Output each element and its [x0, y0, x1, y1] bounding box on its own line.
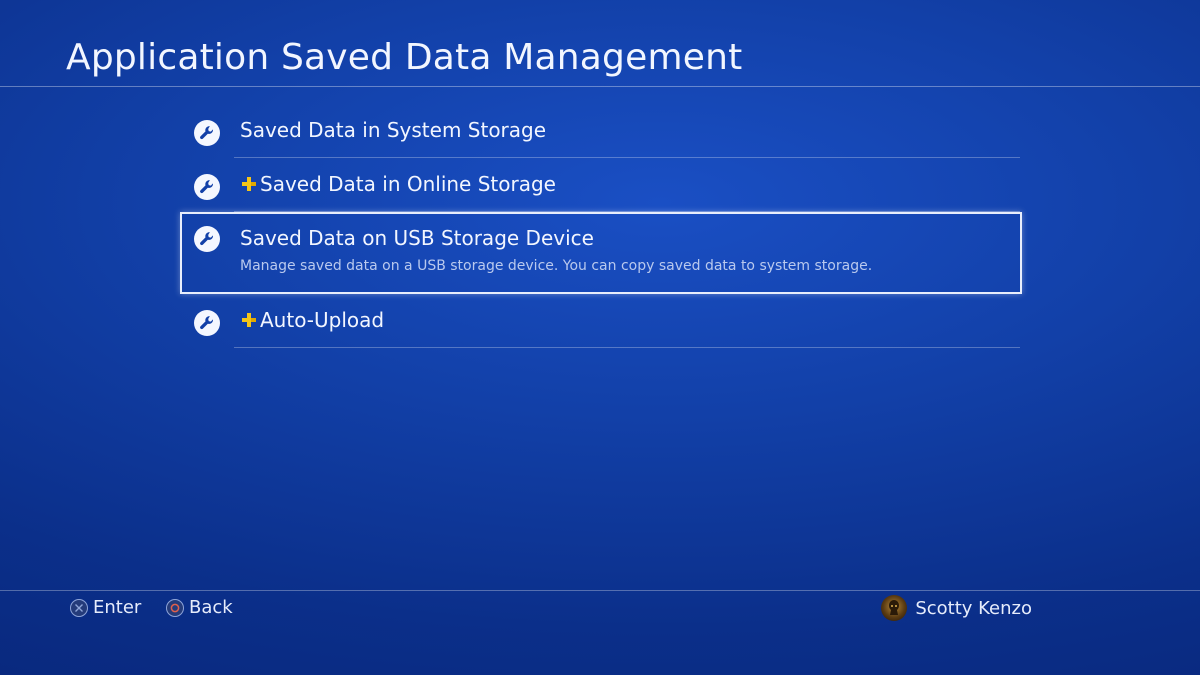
- menu-item-label: Auto-Upload: [260, 308, 385, 332]
- cross-button-icon: [70, 598, 88, 617]
- circle-button-icon: [166, 598, 184, 617]
- username: Scotty Kenzo: [915, 597, 1032, 619]
- wrench-icon: [194, 226, 220, 252]
- menu-item-label: Saved Data in Online Storage: [260, 172, 556, 196]
- footer-divider: [0, 590, 1200, 591]
- menu-item-auto-upload[interactable]: Auto-Upload: [180, 294, 1022, 348]
- menu-item-label: Saved Data in System Storage: [240, 118, 547, 142]
- ps-plus-icon: [240, 311, 258, 329]
- ps-plus-icon: [240, 175, 258, 193]
- back-label: Back: [189, 597, 233, 618]
- enter-hint[interactable]: Enter: [70, 597, 141, 618]
- avatar: [881, 595, 908, 621]
- menu-item-label: Saved Data on USB Storage Device: [240, 226, 594, 250]
- wrench-icon: [194, 174, 220, 200]
- back-hint[interactable]: Back: [166, 597, 233, 618]
- menu-item-usb-storage[interactable]: Saved Data on USB Storage Device Manage …: [180, 212, 1022, 294]
- page-title: Application Saved Data Management: [66, 37, 743, 78]
- menu-item-description: Manage saved data on a USB storage devic…: [240, 258, 873, 274]
- wrench-icon: [194, 310, 220, 336]
- user-profile[interactable]: Scotty Kenzo: [881, 595, 1032, 621]
- menu-item-online-storage[interactable]: Saved Data in Online Storage: [180, 158, 1022, 212]
- title-divider: [0, 86, 1200, 87]
- enter-label: Enter: [93, 597, 142, 618]
- settings-menu: Saved Data in System Storage Saved Data …: [180, 104, 1022, 348]
- menu-item-system-storage[interactable]: Saved Data in System Storage: [180, 104, 1022, 158]
- divider: [234, 347, 1020, 348]
- wrench-icon: [194, 120, 220, 146]
